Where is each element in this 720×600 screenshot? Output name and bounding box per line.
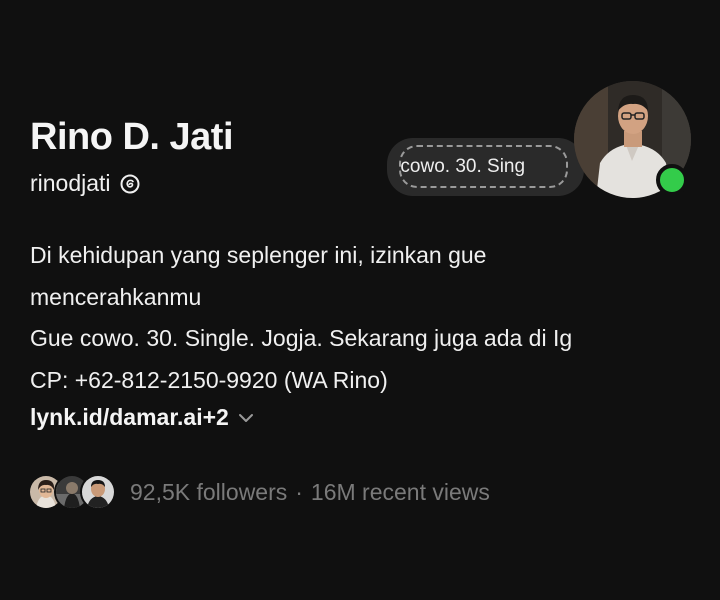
note-border: ue cowo. 30. Sing [399,145,568,188]
primary-link[interactable]: lynk.id/damar.ai [30,404,203,431]
follower-avatars [28,474,118,510]
profile-name: Rino D. Jati [30,116,234,158]
bio-line: Gue cowo. 30. Single. Jogja. Sekarang ju… [30,325,573,351]
note-bubble[interactable]: ue cowo. 30. Sing [387,138,584,196]
bio-line: mencerahkanmu [30,283,202,310]
bio: Di kehidupan yang seplenger ini, izinkan… [30,235,700,401]
bio-links[interactable]: lynk.id/damar.ai +2 [30,404,257,431]
follower-avatar-3 [80,474,116,510]
followers-count[interactable]: 92,5K followers [130,479,287,506]
username-row: rinodjati [30,170,141,197]
username: rinodjati [30,170,111,196]
recent-views: 16M recent views [310,478,490,505]
chevron-down-icon[interactable] [235,407,257,429]
threads-icon[interactable] [119,173,141,195]
bio-line: Di kehidupan yang seplenger ini, izinkan… [30,242,487,268]
more-links-count[interactable]: +2 [203,404,229,431]
separator-dot: · [295,478,303,505]
note-text: ue cowo. 30. Sing [400,156,526,177]
bio-line: CP: +62-812-2150-9920 (WA Rino) [30,366,388,393]
followers-row[interactable]: 92,5K followers · 16M recent views [28,474,490,510]
online-status-indicator [656,164,688,196]
